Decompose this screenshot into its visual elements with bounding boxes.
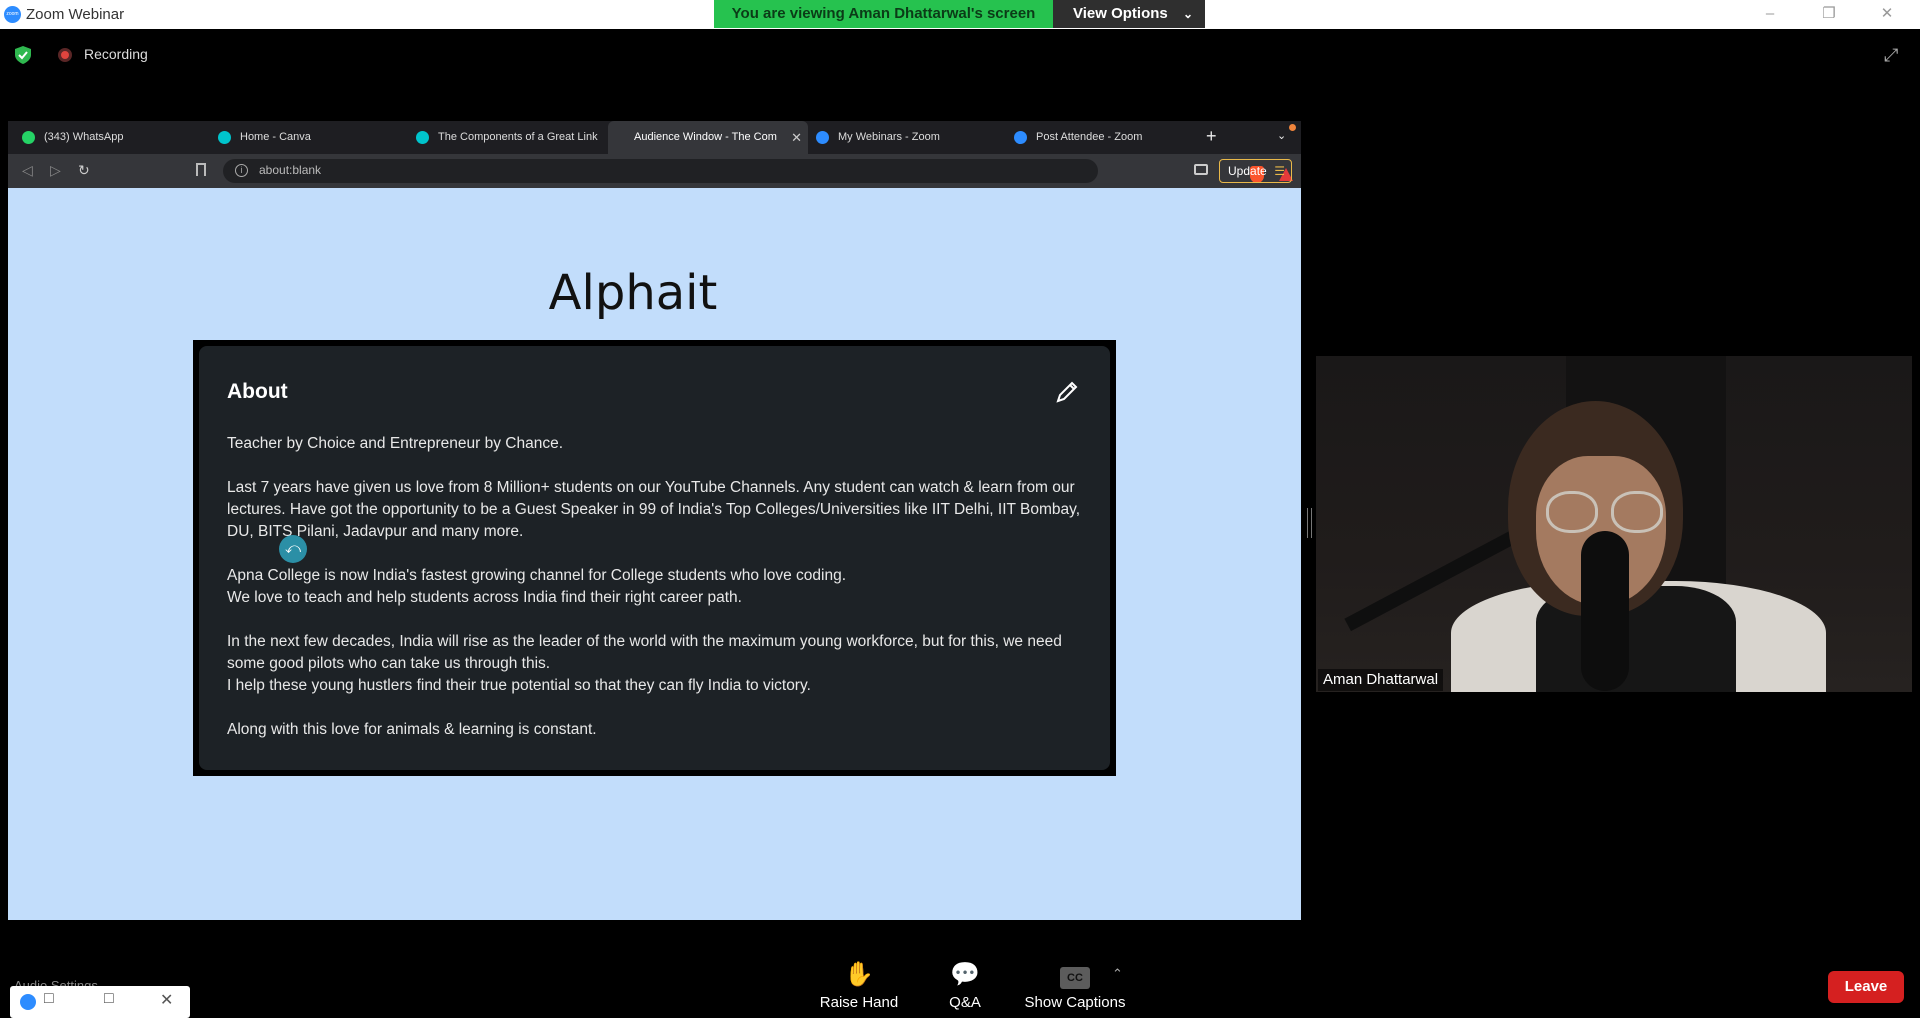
window-icon[interactable]: □: [44, 990, 54, 1008]
wallet-icon[interactable]: [1194, 164, 1208, 175]
zoom-icon: [816, 131, 829, 144]
recording-label: Recording: [84, 46, 148, 62]
zoom-logo-icon: [20, 994, 36, 1010]
about-heading: About: [227, 380, 288, 403]
web-page: Alphait About Teacher by Choice and Entr…: [8, 195, 1301, 920]
shared-screen: (343) WhatsApp Home - Canva The Componen…: [8, 121, 1301, 920]
about-paragraph: Teacher by Choice and Entrepreneur by Ch…: [227, 435, 564, 452]
glasses-icon: [1546, 491, 1598, 533]
taskbar-preview: □ □ ✕: [10, 986, 190, 1018]
about-section: About Teacher by Choice and Entrepreneur…: [193, 340, 1116, 776]
window-title: Zoom Webinar: [26, 6, 125, 23]
raise-hand-label: Raise Hand: [819, 994, 899, 1011]
recording-dot-icon: [58, 48, 72, 62]
leave-button[interactable]: Leave: [1828, 971, 1904, 1003]
glasses-icon: [1611, 491, 1663, 533]
zoom-logo-icon: zoom: [4, 6, 21, 23]
reload-icon[interactable]: ↻: [78, 162, 90, 179]
hand-icon: ✋: [844, 961, 874, 988]
about-paragraph: Along with this love for animals & learn…: [227, 721, 597, 738]
chevron-up-icon[interactable]: ⌃: [1112, 966, 1123, 982]
restore-button[interactable]: ❐: [1800, 0, 1858, 29]
close-tab-icon[interactable]: ✕: [791, 121, 802, 154]
about-card: About Teacher by Choice and Entrepreneur…: [199, 346, 1110, 770]
about-paragraph: In the next few decades, India will rise…: [227, 633, 1062, 694]
back-icon[interactable]: ◁: [22, 162, 33, 179]
tab-canva-link[interactable]: The Components of a Great Link: [406, 121, 608, 154]
tab-audience-window[interactable]: Audience Window - The Com ✕: [608, 121, 808, 154]
microphone-icon: [1581, 531, 1629, 691]
menu-icon: ☰: [1274, 164, 1285, 178]
view-options-label: View Options: [1073, 5, 1168, 22]
window-titlebar: zoom Zoom Webinar You are viewing Aman D…: [0, 0, 1920, 29]
canva-icon: [416, 131, 429, 144]
zoom-icon: [1014, 131, 1027, 144]
update-label: Update: [1228, 164, 1267, 178]
view-options-button[interactable]: View Options ⌄: [1053, 0, 1205, 28]
tab-post-attendee[interactable]: Post Attendee - Zoom: [1004, 121, 1194, 154]
address-url: about:blank: [259, 163, 322, 177]
maximize-icon[interactable]: □: [104, 990, 114, 1008]
tab-label: Home - Canva: [240, 131, 311, 143]
tab-my-webinars[interactable]: My Webinars - Zoom: [806, 121, 996, 154]
canva-icon: [218, 131, 231, 144]
participant-video[interactable]: [1316, 356, 1912, 692]
new-tab-icon[interactable]: +: [1206, 126, 1217, 147]
browser-toolbar: ◁ ▷ ↻ i about:blank Update ☰: [8, 154, 1301, 188]
tab-label: (343) WhatsApp: [44, 131, 124, 143]
screen-share-banner: You are viewing Aman Dhattarwal's screen: [714, 0, 1053, 28]
bookmark-icon[interactable]: [196, 163, 206, 176]
tab-label: Audience Window - The Com: [634, 131, 777, 143]
about-paragraph: Apna College is now India's fastest grow…: [227, 567, 847, 606]
close-button[interactable]: ✕: [1858, 0, 1916, 29]
browser-tab-bar: (343) WhatsApp Home - Canva The Componen…: [8, 121, 1301, 154]
fullscreen-icon[interactable]: ⤢: [1884, 45, 1904, 65]
site-info-icon[interactable]: i: [235, 164, 248, 177]
tab-label: The Components of a Great Link: [438, 131, 598, 143]
security-shield-icon[interactable]: [15, 46, 31, 64]
forward-icon[interactable]: ▷: [50, 162, 61, 179]
presenter-cursor-icon: ⤺: [279, 535, 307, 563]
tab-canva-home[interactable]: Home - Canva: [208, 121, 398, 154]
about-paragraph: Last 7 years have given us love from 8 M…: [227, 479, 1081, 540]
chevron-down-icon: ⌄: [1182, 7, 1193, 21]
chat-bubbles-icon: 💬: [950, 961, 980, 988]
address-bar[interactable]: i about:blank: [223, 159, 1293, 183]
show-captions-label: Show Captions: [1024, 994, 1126, 1011]
about-body: Teacher by Choice and Entrepreneur by Ch…: [227, 433, 1087, 763]
notification-dot: [1289, 124, 1296, 131]
split-resize-handle[interactable]: [1307, 508, 1312, 538]
tab-label: Post Attendee - Zoom: [1036, 131, 1143, 143]
close-icon[interactable]: ✕: [160, 990, 173, 1010]
tab-search-icon[interactable]: ⌄: [1277, 129, 1286, 142]
update-button[interactable]: Update ☰: [1219, 159, 1292, 183]
minimize-button[interactable]: –: [1741, 0, 1799, 29]
page-title: Alphait: [548, 265, 718, 321]
tab-label: My Webinars - Zoom: [838, 131, 940, 143]
whatsapp-icon: [22, 131, 35, 144]
tab-whatsapp[interactable]: (343) WhatsApp: [12, 121, 202, 154]
participant-name-tag: Aman Dhattarwal: [1318, 669, 1444, 691]
raise-hand-button[interactable]: ✋ Raise Hand: [816, 960, 902, 1011]
qa-label: Q&A: [949, 994, 981, 1011]
qa-button[interactable]: 💬 Q&A: [938, 960, 992, 1011]
edit-pencil-icon[interactable]: [1054, 379, 1080, 405]
